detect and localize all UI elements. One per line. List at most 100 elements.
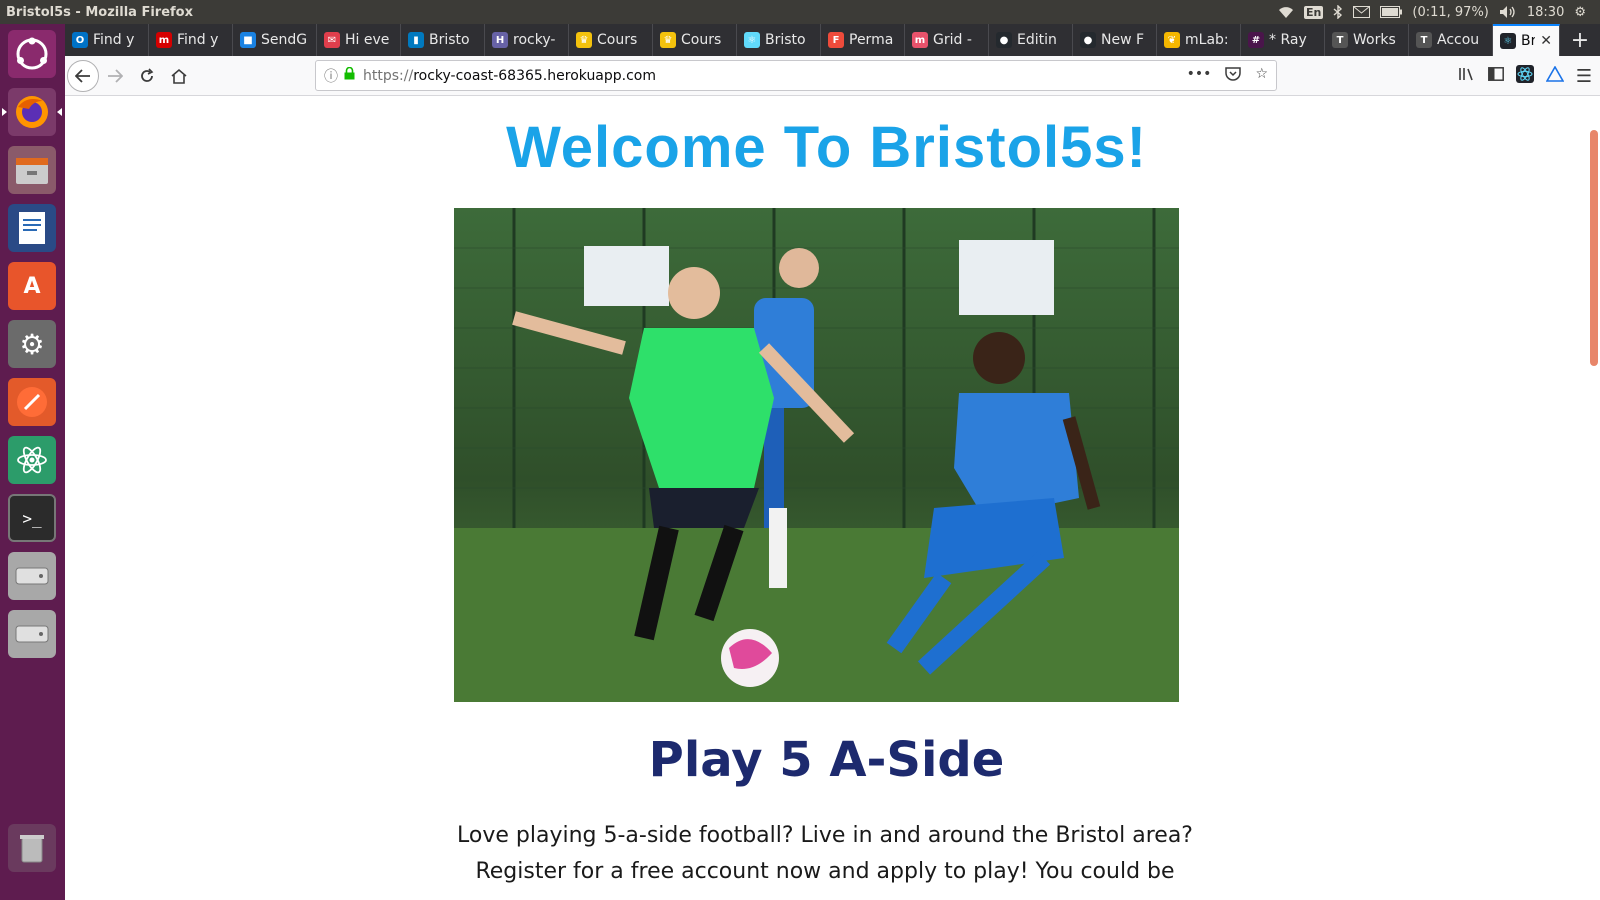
t-icon: T bbox=[1332, 32, 1348, 48]
new-tab-button[interactable]: + bbox=[1560, 24, 1600, 56]
url-host: rocky-coast-68365.herokuapp.com bbox=[413, 67, 657, 84]
f-icon: F bbox=[828, 32, 844, 48]
lock-icon[interactable] bbox=[344, 66, 355, 84]
tab-label: Accou bbox=[1437, 32, 1480, 48]
slack-icon: # bbox=[1248, 32, 1264, 48]
dash-home-icon[interactable] bbox=[8, 30, 56, 78]
heroku-icon: H bbox=[492, 32, 508, 48]
pocket-icon[interactable] bbox=[1225, 66, 1242, 85]
forward-button[interactable] bbox=[99, 60, 131, 92]
info-icon[interactable]: ⓘ bbox=[324, 66, 338, 86]
trello-icon: ▮ bbox=[408, 32, 424, 48]
back-button[interactable] bbox=[67, 59, 99, 92]
tab-12[interactable]: ● New F bbox=[1073, 24, 1157, 56]
software-center-icon[interactable]: A bbox=[8, 262, 56, 310]
tab-label: Perma bbox=[849, 32, 894, 48]
react-icon: ⚛ bbox=[1500, 33, 1516, 49]
extension-icon[interactable] bbox=[1545, 65, 1565, 86]
tab-11[interactable]: ● Editin bbox=[989, 24, 1073, 56]
m-icon: m bbox=[156, 32, 172, 48]
tab-label: Editin bbox=[1017, 32, 1057, 48]
bookmark-star-icon[interactable]: ☆ bbox=[1255, 66, 1268, 85]
menu-hamburger-icon[interactable]: ☰ bbox=[1576, 66, 1592, 87]
tab-8[interactable]: ⚛ Bristo bbox=[737, 24, 821, 56]
react-devtools-icon[interactable] bbox=[1515, 65, 1534, 87]
github-icon: ● bbox=[1080, 32, 1096, 48]
url-protocol: https:// bbox=[363, 67, 414, 84]
intro-line-2: Register for a free account now and appl… bbox=[475, 859, 1175, 884]
mail-indicator-icon[interactable] bbox=[1353, 6, 1371, 18]
tab-9[interactable]: F Perma bbox=[821, 24, 905, 56]
close-tab-icon[interactable]: ✕ bbox=[1540, 33, 1552, 49]
tab-label: Find y bbox=[93, 32, 135, 48]
drive-launcher-icon-2[interactable] bbox=[8, 610, 56, 658]
sendgrid-icon: ■ bbox=[240, 32, 256, 48]
clock[interactable]: 18:30 bbox=[1527, 5, 1564, 20]
firefox-launcher-icon[interactable] bbox=[2, 88, 62, 136]
tab-label: Cours bbox=[681, 32, 722, 48]
files-launcher-icon[interactable] bbox=[8, 146, 56, 194]
unity-launcher: A ⚙ >_ bbox=[0, 24, 65, 900]
scrollbar-thumb[interactable] bbox=[1590, 130, 1598, 366]
drive-launcher-icon[interactable] bbox=[8, 552, 56, 600]
tab-2[interactable]: ■ SendG bbox=[233, 24, 317, 56]
tab-4[interactable]: ▮ Bristo bbox=[401, 24, 485, 56]
tab-7[interactable]: ♛ Cours bbox=[653, 24, 737, 56]
crown-icon: ♛ bbox=[576, 32, 592, 48]
toolbar-right: ☰ bbox=[1458, 60, 1592, 92]
tab-label: rocky- bbox=[513, 32, 556, 48]
tab-0[interactable]: O Find y bbox=[65, 24, 149, 56]
writer-launcher-icon[interactable] bbox=[8, 204, 56, 252]
message-icon: ✉ bbox=[324, 32, 340, 48]
tab-label: Bristo bbox=[765, 32, 806, 48]
tab-active[interactable]: ⚛ Bris ✕ bbox=[1493, 24, 1560, 56]
system-indicators: En (0:11, 97%) 18:30 ⚙ bbox=[1278, 5, 1600, 20]
tab-1[interactable]: m Find y bbox=[149, 24, 233, 56]
volume-icon[interactable] bbox=[1499, 5, 1517, 19]
url-bar[interactable]: ⓘ https:// rocky-coast-68365.herokuapp.c… bbox=[315, 60, 1277, 91]
sidebar-icon[interactable] bbox=[1487, 67, 1504, 85]
tab-10[interactable]: m Grid - bbox=[905, 24, 989, 56]
wifi-icon[interactable] bbox=[1278, 6, 1294, 19]
page-scrollbar[interactable] bbox=[1588, 96, 1600, 900]
tab-16[interactable]: T Accou bbox=[1409, 24, 1493, 56]
tab-15[interactable]: T Works bbox=[1325, 24, 1409, 56]
tab-label: mLab: bbox=[1185, 32, 1229, 48]
atom-launcher-icon[interactable] bbox=[8, 436, 56, 484]
keyboard-layout-indicator[interactable]: En bbox=[1304, 5, 1324, 19]
tab-strip: O Find y m Find y ■ SendG ✉ Hi eve ▮ Bristo Hrocky… bbox=[65, 24, 1600, 56]
library-icon[interactable] bbox=[1458, 66, 1476, 86]
postman-launcher-icon[interactable] bbox=[8, 378, 56, 426]
battery-icon[interactable] bbox=[1380, 6, 1403, 18]
bluetooth-icon[interactable] bbox=[1333, 5, 1343, 19]
settings-launcher-icon[interactable]: ⚙ bbox=[8, 320, 56, 368]
tab-label: Works bbox=[1353, 32, 1396, 48]
section-heading: Play 5 A-Side bbox=[648, 732, 1005, 788]
tab-label: SendG bbox=[261, 32, 308, 48]
tab-6[interactable]: ♛ Cours bbox=[569, 24, 653, 56]
trash-icon[interactable] bbox=[8, 824, 56, 872]
tab-14[interactable]: # * Ray bbox=[1241, 24, 1325, 56]
system-gear-icon[interactable]: ⚙ bbox=[1574, 5, 1586, 20]
tab-label: Bristo bbox=[429, 32, 470, 48]
tab-label: Hi eve bbox=[345, 32, 390, 48]
tab-5[interactable]: Hrocky- bbox=[485, 24, 569, 56]
system-top-panel: Bristol5s - Mozilla Firefox En (0:11, 97… bbox=[0, 0, 1600, 24]
battery-status: (0:11, 97%) bbox=[1412, 4, 1489, 20]
tab-label: * Ray bbox=[1269, 32, 1307, 48]
page-actions-icon[interactable]: ••• bbox=[1187, 66, 1212, 85]
window-title: Bristol5s - Mozilla Firefox bbox=[6, 4, 193, 20]
tab-label: Grid - bbox=[933, 32, 972, 48]
home-button[interactable] bbox=[163, 60, 195, 92]
leaf-icon: ❦ bbox=[1164, 32, 1180, 48]
tab-label: Cours bbox=[597, 32, 638, 48]
hero-image bbox=[454, 208, 1179, 702]
reload-button[interactable] bbox=[131, 60, 163, 92]
crown-icon: ♛ bbox=[660, 32, 676, 48]
terminal-launcher-icon[interactable]: >_ bbox=[8, 494, 56, 542]
github-icon: ● bbox=[996, 32, 1012, 48]
tab-13[interactable]: ❦ mLab: bbox=[1157, 24, 1241, 56]
intro-line-1: Love playing 5-a-side football? Live in … bbox=[457, 823, 1193, 848]
tab-3[interactable]: ✉ Hi eve bbox=[317, 24, 401, 56]
t-icon: T bbox=[1416, 32, 1432, 48]
